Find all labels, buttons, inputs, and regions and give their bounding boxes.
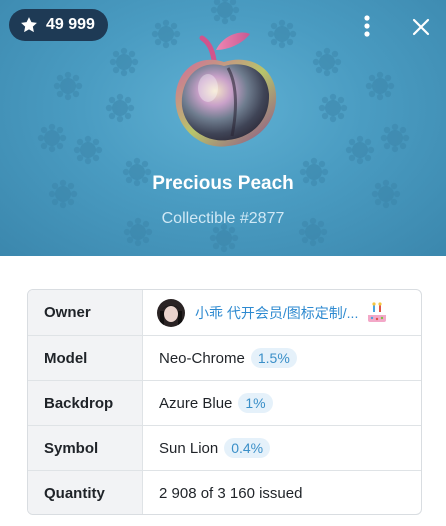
close-icon bbox=[412, 18, 430, 36]
backdrop-name: Azure Blue bbox=[159, 394, 233, 412]
backdrop-row: Backdrop Azure Blue 1% bbox=[28, 380, 421, 425]
close-button[interactable] bbox=[408, 14, 434, 40]
model-row: Model Neo-Chrome 1.5% bbox=[28, 335, 421, 380]
owner-label: Owner bbox=[28, 290, 143, 335]
symbol-name: Sun Lion bbox=[159, 439, 219, 457]
quantity-label: Quantity bbox=[28, 471, 143, 514]
symbol-rarity-badge: 0.4% bbox=[224, 438, 271, 458]
symbol-row: Symbol Sun Lion 0.4% bbox=[28, 425, 421, 470]
gift-backdrop: 49 999 Precious Peach Collectible #2877 bbox=[0, 0, 446, 256]
gift-collectible-number: Collectible #2877 bbox=[161, 210, 285, 227]
quantity-row: Quantity 2 908 of 3 160 issued bbox=[28, 470, 421, 514]
symbol-value: Sun Lion 0.4% bbox=[143, 426, 421, 470]
star-icon bbox=[21, 17, 37, 33]
model-value: Neo-Chrome 1.5% bbox=[143, 336, 421, 380]
avatar bbox=[157, 298, 185, 327]
more-vertical-icon bbox=[364, 15, 370, 37]
backdrop-rarity-badge: 1% bbox=[238, 393, 273, 413]
owner-row: Owner 小乖 代开会员/图标定制/... bbox=[28, 290, 421, 335]
owner-name-link[interactable]: 小乖 代开会员/图标定制/... bbox=[195, 303, 358, 323]
cake-emoji-icon bbox=[368, 301, 387, 322]
gift-title: Precious Peach bbox=[152, 173, 294, 194]
peach-illustration bbox=[175, 32, 277, 147]
more-options-button[interactable] bbox=[356, 12, 378, 40]
model-rarity-badge: 1.5% bbox=[250, 348, 297, 368]
model-name: Neo-Chrome bbox=[159, 349, 245, 367]
stars-count: 49 999 bbox=[46, 16, 95, 33]
symbol-label: Symbol bbox=[28, 426, 143, 470]
owner-value[interactable]: 小乖 代开会员/图标定制/... bbox=[143, 290, 421, 335]
quantity-value: 2 908 of 3 160 issued bbox=[159, 484, 303, 502]
backdrop-value: Azure Blue 1% bbox=[143, 381, 421, 425]
model-label: Model bbox=[28, 336, 143, 380]
backdrop-label: Backdrop bbox=[28, 381, 143, 425]
gift-details-table: Owner 小乖 代开会员/图标定制/... Model Neo-Chrome … bbox=[27, 289, 422, 515]
stars-balance-pill[interactable]: 49 999 bbox=[9, 9, 108, 41]
